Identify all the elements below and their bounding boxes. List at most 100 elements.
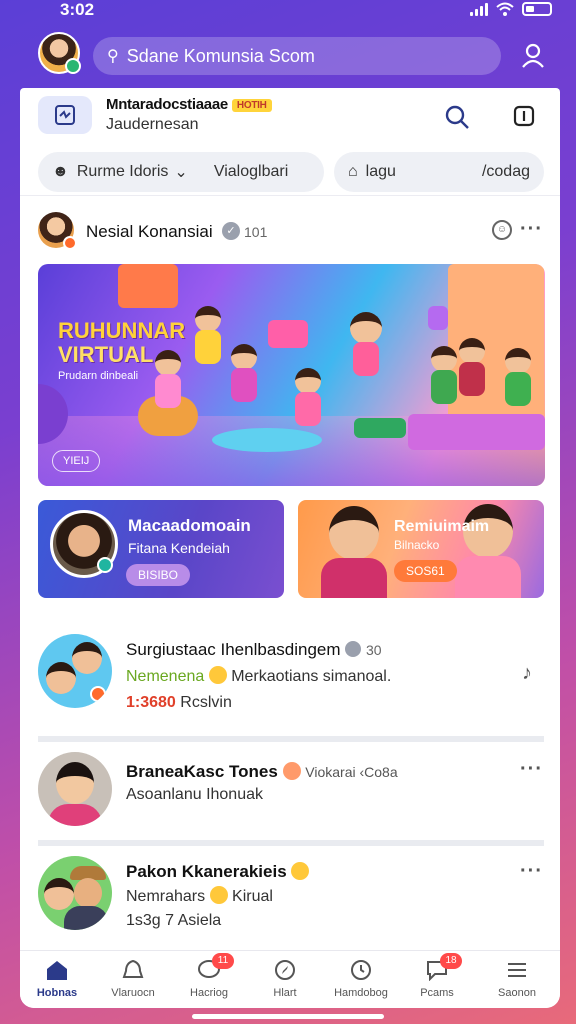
hero-cube bbox=[212, 428, 322, 452]
list-item[interactable]: Pakon Kkanerakieis Nemrahars Kirual 1s3g… bbox=[20, 850, 560, 946]
card-title: Remiuimaim bbox=[394, 518, 490, 535]
verified-icon bbox=[345, 641, 362, 657]
divider bbox=[38, 736, 544, 742]
more-options-icon[interactable]: ··· bbox=[520, 860, 543, 883]
list-item-subtitle: Asoanlanu Ihonuak bbox=[126, 786, 263, 803]
post-author-name[interactable]: Nesial Konansiai bbox=[86, 222, 213, 242]
more-options-icon[interactable]: ··· bbox=[520, 218, 543, 241]
home-indicator[interactable] bbox=[192, 1014, 384, 1019]
avatar-face bbox=[46, 662, 76, 694]
post-author-avatar[interactable] bbox=[38, 212, 77, 250]
card-subtitle: Bilnacko bbox=[394, 538, 440, 552]
calendar-icon bbox=[55, 105, 75, 125]
community-card[interactable]: Remiuimaim Bilnacko SOS61 bbox=[298, 500, 544, 598]
nav-label: Hamdobog bbox=[334, 987, 388, 999]
list-avatar bbox=[38, 634, 112, 708]
avatar-status-dot bbox=[97, 557, 113, 573]
top-bar: ⚲ Sdane Komunsia Scom bbox=[20, 28, 560, 84]
list-item[interactable]: Surgiustaac Ihenlbasdingem 30 Nemenena M… bbox=[20, 628, 560, 728]
hero-child bbox=[148, 350, 188, 410]
avatar-face bbox=[56, 762, 94, 804]
group-title: Mntaradocstiaaae HOTIH bbox=[106, 96, 272, 113]
post-header: Nesial Konansiai ✓ 101 ☺ ··· bbox=[20, 206, 560, 256]
filter-bar: ☻ Rurme Idoris ⌄ Vialoglbari ⌂ lagu /cod… bbox=[20, 150, 560, 196]
status-time: 3:02 bbox=[60, 0, 95, 19]
user-icon[interactable] bbox=[520, 42, 546, 68]
status-bar: 3:02 bbox=[0, 0, 576, 22]
nav-home[interactable]: Hobnas bbox=[22, 959, 92, 999]
hero-child bbox=[224, 344, 264, 404]
card-avatar bbox=[50, 510, 118, 578]
new-badge: HOTIH bbox=[231, 98, 272, 112]
nav-badge: 11 bbox=[212, 953, 234, 969]
bell-icon bbox=[122, 959, 144, 978]
nav-menu[interactable]: Saonon bbox=[482, 959, 552, 999]
hero-cube bbox=[354, 418, 406, 438]
emoji-icon bbox=[291, 862, 310, 880]
chip-label: lagu bbox=[365, 163, 396, 180]
list-item-meta: 1s3g 7 Asiela bbox=[126, 912, 222, 929]
wifi-icon bbox=[496, 2, 514, 16]
filter-chip-home[interactable]: ⌂ lagu /codag bbox=[334, 152, 544, 192]
nav-label: Hobnas bbox=[36, 987, 78, 999]
battery-icon bbox=[522, 2, 552, 16]
search-text: Sdane Komunsia Scom bbox=[126, 45, 315, 66]
hero-child bbox=[498, 348, 538, 412]
hero-title-line2: VIRTUAL bbox=[58, 342, 154, 367]
avatar-status-dot bbox=[90, 686, 106, 702]
nav-history[interactable]: Hamdobog bbox=[326, 959, 396, 999]
post-hero-image[interactable]: RUHUNNAR VIRTUAL Prudarn dinbeali YIEIJ bbox=[38, 264, 545, 486]
nav-label: Hlart bbox=[273, 987, 297, 999]
search-icon[interactable] bbox=[444, 104, 470, 130]
post-count: 101 bbox=[244, 224, 268, 240]
search-bar[interactable]: ⚲ Sdane Komunsia Scom bbox=[93, 37, 501, 75]
nav-notifications[interactable]: Vlaruocn bbox=[98, 959, 168, 999]
main-panel: Mntaradocstiaaae HOTIH Jaudernesan ☻ Rurm… bbox=[20, 88, 560, 1008]
filter-chip-people[interactable]: ☻ Rurme Idoris ⌄ Vialoglbari bbox=[38, 152, 324, 192]
more-options-icon[interactable]: ··· bbox=[520, 758, 543, 781]
chip-right-label: Vialoglbari bbox=[213, 163, 289, 180]
hero-cube bbox=[408, 414, 545, 450]
list-item[interactable]: BraneaKasc Tones Viokarai ‹Co8a Asoanlan… bbox=[20, 748, 560, 838]
nav-label: Hacriog bbox=[190, 987, 228, 999]
emoji-react-icon[interactable]: ☺ bbox=[492, 220, 512, 240]
nav-badge: 18 bbox=[440, 953, 462, 969]
compass-icon bbox=[275, 960, 295, 980]
hero-child bbox=[188, 306, 228, 366]
community-card[interactable]: Macaadomoain Fitana Kendeiah BISIBO bbox=[38, 500, 284, 598]
group-subtitle: Jaudernesan bbox=[106, 116, 199, 133]
card-subtitle: Fitana Kendeiah bbox=[128, 540, 230, 556]
card-pill-button[interactable]: SOS61 bbox=[394, 560, 457, 582]
bookmark-icon[interactable] bbox=[512, 104, 536, 128]
hero-subtitle: Prudarn dinbeali bbox=[58, 370, 139, 382]
profile-avatar[interactable] bbox=[38, 32, 81, 74]
hero-cube bbox=[268, 320, 308, 348]
avatar-face bbox=[72, 642, 102, 674]
nav-messages[interactable]: 18 Pcams bbox=[402, 953, 472, 999]
list-item-subtitle: Nemrahars Kirual bbox=[126, 886, 273, 905]
list-item-title: BraneaKasc Tones Viokarai ‹Co8a bbox=[126, 762, 398, 781]
nav-chat[interactable]: 11 Hacriog bbox=[174, 953, 244, 999]
chip-right-label: /codag bbox=[481, 163, 530, 180]
nav-explore[interactable]: Hlart bbox=[250, 959, 320, 999]
menu-icon bbox=[508, 963, 526, 977]
card-pill-button[interactable]: BISIBO bbox=[126, 564, 191, 586]
card-title: Macaadomoain bbox=[128, 516, 251, 535]
avatar-status-dot bbox=[63, 236, 77, 250]
hero-title-line1: RUHUNNAR bbox=[58, 318, 186, 343]
nav-label: Vlaruocn bbox=[111, 987, 155, 999]
group-icon[interactable] bbox=[38, 96, 92, 134]
hero-tag[interactable]: YIEIJ bbox=[52, 450, 101, 472]
list-avatar bbox=[38, 752, 112, 826]
avatar-face bbox=[44, 878, 74, 910]
music-note-icon[interactable]: ♪ bbox=[522, 662, 532, 685]
people-icon: ☻ bbox=[52, 163, 69, 180]
card-person bbox=[318, 506, 390, 598]
emoji-icon bbox=[208, 666, 227, 684]
clock-icon bbox=[351, 960, 371, 980]
verified-icon: ✓ bbox=[222, 222, 240, 240]
list-item-subtitle: Nemenena Merkaotians simanoal. bbox=[126, 666, 392, 685]
group-header: Mntaradocstiaaae HOTIH Jaudernesan bbox=[20, 88, 560, 146]
hero-cube bbox=[118, 264, 178, 308]
hero-child bbox=[288, 368, 328, 428]
